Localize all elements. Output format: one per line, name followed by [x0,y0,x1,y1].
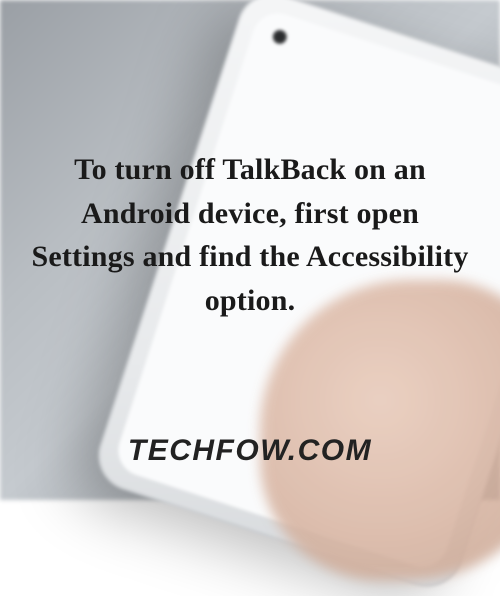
content-overlay: To turn off TalkBack on an Android devic… [0,0,500,500]
watermark: TECHFOW.COM [0,434,500,468]
instruction-text: To turn off TalkBack on an Android devic… [30,148,470,322]
